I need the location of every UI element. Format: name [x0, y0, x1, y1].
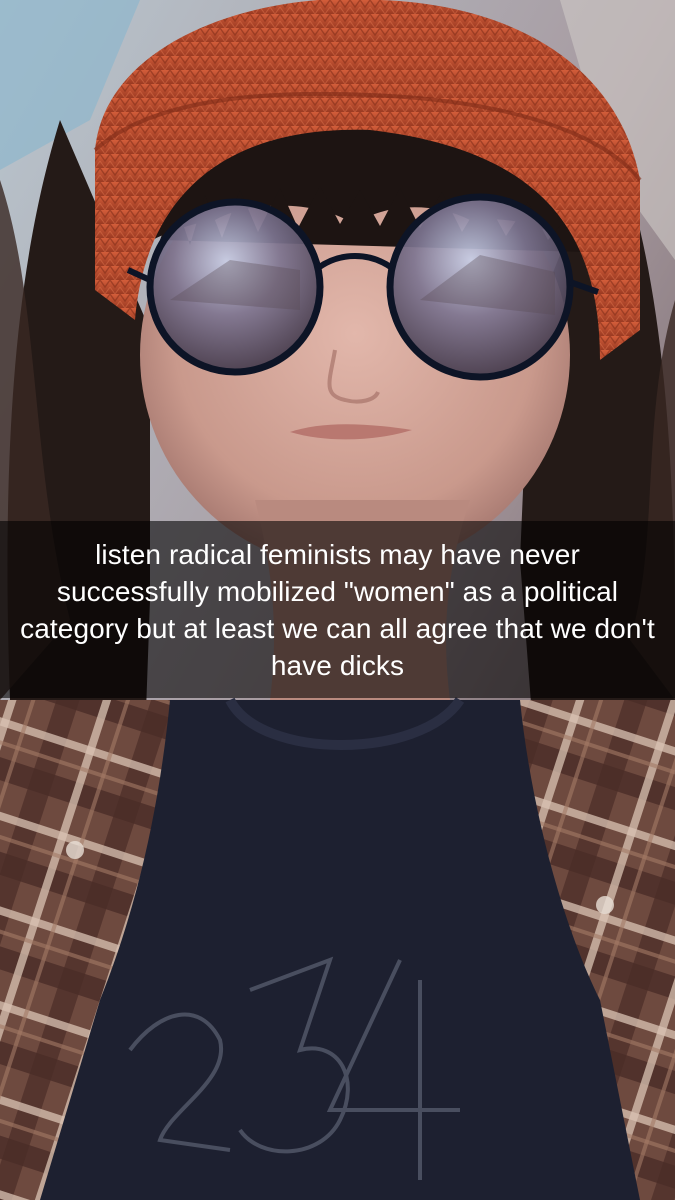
caption-text: listen radical feminists may have never …	[20, 538, 655, 681]
caption-bar: listen radical feminists may have never …	[0, 521, 675, 698]
